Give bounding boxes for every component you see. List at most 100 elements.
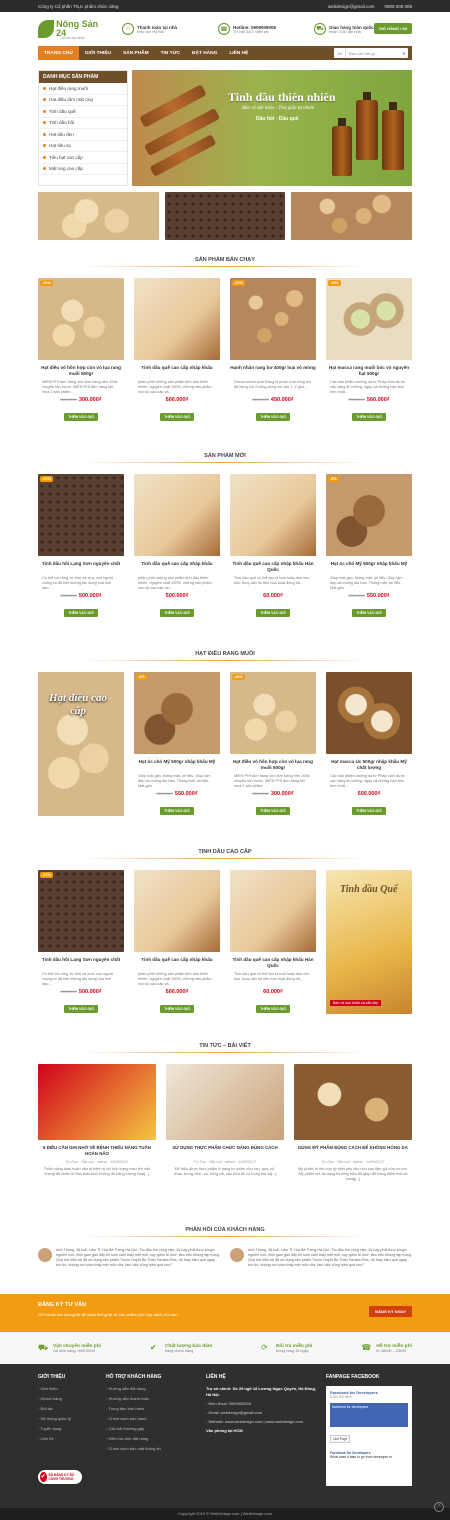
product-image[interactable] — [134, 474, 220, 556]
footer-link[interactable]: Tuyển dụng — [38, 1426, 102, 1436]
product-card[interactable]: -46% Hạt điều vỏ hồn hợp còn vỏ lụa rang … — [230, 672, 316, 817]
nav-contact[interactable]: LIÊN HỆ — [223, 46, 254, 60]
footer-link[interactable]: Chính sách bảo hành — [106, 1416, 202, 1426]
add-to-cart-button[interactable]: THÊM VÀO GIỎ — [64, 413, 98, 421]
register-button[interactable]: ĐĂNG KÝ NGAY — [369, 1306, 412, 1317]
promo-image-nuts[interactable] — [38, 192, 159, 240]
product-image[interactable] — [326, 672, 412, 754]
product-card[interactable]: -8% Hạt óc chó Mỹ 500gr nhập khẩu Mỹ Giúp … — [326, 474, 412, 619]
add-to-cart-button[interactable]: THÊM VÀO GIỎ — [352, 807, 386, 815]
promo-image-pepper[interactable] — [164, 192, 286, 240]
facebook-box[interactable]: Facebook for Developers 5,005,962 likes … — [326, 1386, 412, 1486]
footer-link[interactable]: Hệ thống quản lý — [38, 1416, 102, 1426]
add-to-cart-button[interactable]: THÊM VÀO GIỎ — [160, 413, 194, 421]
add-to-cart-button[interactable]: THÊM VÀO GIỎ — [160, 1005, 194, 1013]
product-name[interactable]: Hạt macca rang muối bóc vỏ nguyên hạt 50… — [326, 365, 412, 377]
product-image[interactable]: -21% — [38, 474, 124, 556]
search-category-select[interactable]: All — [334, 48, 346, 58]
product-card[interactable]: -46% Hạt điều vỏ hồn hợp còn vỏ lụa rang … — [38, 278, 124, 423]
news-image[interactable] — [166, 1064, 284, 1140]
nav-products[interactable]: SẢN PHẨM — [117, 46, 155, 60]
product-name[interactable]: Hạnh nhân rang bơ 400gr loại vỏ mỏng — [230, 365, 316, 377]
product-image[interactable] — [230, 474, 316, 556]
news-card[interactable]: DÙNG MỸ PHẨM ĐÚNG CÁCH ĐỂ KHÔNG HỎNG DA T… — [294, 1064, 412, 1182]
product-card[interactable]: -21% Tinh dầu hồi Lạng Sơn nguyên chất Có … — [38, 870, 124, 1015]
category-item[interactable]: Mật ong cao cấp — [39, 164, 127, 175]
add-to-cart-button[interactable]: THÊM VÀO GIỎ — [256, 609, 290, 617]
footer-link[interactable]: Hướng dẫn đặt hàng — [106, 1386, 202, 1396]
footer-link[interactable]: Đối tác — [38, 1406, 102, 1416]
product-image[interactable] — [230, 870, 316, 952]
footer-link[interactable]: Khách hàng — [38, 1396, 102, 1406]
contact-website[interactable]: - Website: www.webdesign.com | www.webde… — [206, 1419, 320, 1425]
nav-news[interactable]: TIN TỨC — [155, 46, 186, 60]
product-card[interactable]: Tinh dầu quế cao cấp nhập khẩu Hàn Quốc T… — [230, 870, 316, 1015]
promo-image-almonds[interactable] — [291, 192, 413, 240]
footer-link[interactable]: Hướng dẫn thanh toán — [106, 1396, 202, 1406]
footer-link[interactable]: Kiểm tra đơn đặt hàng — [106, 1436, 202, 1446]
product-card[interactable]: Tinh dầu quế cao cấp nhập khẩu phân phối … — [134, 278, 220, 423]
nav-about[interactable]: GIỚI THIỆU — [79, 46, 117, 60]
search-input[interactable]: Bạn cần tìm gì... — [346, 51, 400, 56]
top-email[interactable]: webdesign@gmail.com — [328, 4, 375, 9]
product-name[interactable]: Tinh dầu quế cao cấp nhập khẩu — [134, 957, 220, 969]
product-name[interactable]: Tinh dầu quế cao cấp nhập khẩu Hàn Quốc — [230, 957, 316, 969]
category-item[interactable]: Hạt tiêu sọ — [39, 141, 127, 152]
category-item[interactable]: Tiêu hạt cao cấp — [39, 152, 127, 164]
add-to-cart-button[interactable]: THÊM VÀO GIỎ — [256, 1005, 290, 1013]
add-to-cart-button[interactable]: THÊM VÀO GIỎ — [352, 413, 386, 421]
add-to-cart-button[interactable]: THÊM VÀO GIỎ — [160, 609, 194, 617]
category-item[interactable]: Tinh dầu hồi — [39, 118, 127, 129]
news-image[interactable] — [294, 1064, 412, 1140]
product-name[interactable]: Hạt điều vỏ hồn hợp còn vỏ lụa rang muối… — [38, 365, 124, 377]
footer-link[interactable]: Câu hỏi thường gặp — [106, 1426, 202, 1436]
add-to-cart-button[interactable]: THÊM VÀO GIỎ — [64, 1005, 98, 1013]
hero-banner[interactable]: Tinh dầu thiên nhiên Bảo vệ sức khỏe · T… — [132, 70, 412, 186]
news-title[interactable]: 6 ĐIỀU CẦN GHI NHỚ VỀ BỆNH THIẾU NĂNG TU… — [38, 1145, 156, 1157]
logo[interactable]: Nông Sản 24 Tốt cho sức khỏe — [38, 14, 100, 44]
product-image[interactable]: -46% — [230, 672, 316, 754]
nav-order[interactable]: ĐẶT HÀNG — [186, 46, 223, 60]
registered-badge[interactable]: ✔ ĐÃ ĐĂNG KÝ BỘ CÔNG THƯƠNG — [38, 1470, 82, 1484]
add-to-cart-button[interactable]: THÊM VÀO GIỎ — [64, 609, 98, 617]
product-image[interactable]: -8% — [134, 672, 220, 754]
add-to-cart-button[interactable]: THÊM VÀO GIỎ — [352, 609, 386, 617]
news-category[interactable]: Tin Sức - Sắc voố — [66, 1160, 95, 1164]
cart-button[interactable]: GIỎ HÀNG / 0đ — [373, 23, 412, 34]
back-to-top-icon[interactable]: ^ — [434, 1502, 444, 1512]
news-card[interactable]: SỬ DỤNG THỰC PHẨM CHỨC NĂNG ĐÚNG CÁCH Tin… — [166, 1064, 284, 1182]
product-name[interactable]: Hạt điều vỏ hồn hợp còn vỏ lụa rang muối… — [230, 759, 316, 771]
product-card[interactable]: -21% Tinh dầu hồi Lạng Sơn nguyên chất Có … — [38, 474, 124, 619]
add-to-cart-button[interactable]: THÊM VÀO GIỎ — [160, 807, 194, 815]
footer-link[interactable]: Liên hệ — [38, 1436, 102, 1446]
product-image[interactable]: -21% — [38, 870, 124, 952]
product-name[interactable]: Tinh dầu hồi Lạng Sơn nguyên chất — [38, 957, 124, 969]
product-image[interactable] — [134, 278, 220, 360]
nav-home[interactable]: TRANG CHỦ — [38, 46, 79, 60]
news-card[interactable]: 6 ĐIỀU CẦN GHI NHỚ VỀ BỆNH THIẾU NĂNG TU… — [38, 1064, 156, 1182]
product-card[interactable]: Tinh dầu quế cao cấp nhập khẩu Hàn Quốc T… — [230, 474, 316, 619]
product-name[interactable]: Hạt óc chó Mỹ 500gr nhập khẩu Mỹ — [326, 561, 412, 573]
product-image[interactable]: -8% — [326, 474, 412, 556]
product-card[interactable]: Tinh dầu quế cao cấp nhập khẩu phân phối … — [134, 870, 220, 1015]
product-card[interactable]: Hạt macca Úc 500gr nhập khẩu Mỹ chất lượ… — [326, 672, 412, 817]
add-to-cart-button[interactable]: THÊM VÀO GIỎ — [256, 807, 290, 815]
fb-like-button[interactable]: Like Page — [330, 1435, 351, 1443]
category-item[interactable]: Tinh dầu quế — [39, 106, 127, 118]
search-icon[interactable]: ⚲ — [400, 51, 408, 56]
category-item[interactable]: Hạt tiêu đen — [39, 129, 127, 141]
product-image[interactable]: -20% — [230, 278, 316, 360]
add-to-cart-button[interactable]: THÊM VÀO GIỎ — [256, 413, 290, 421]
top-phone[interactable]: 0909 009 009 — [384, 4, 412, 9]
product-card[interactable]: Tinh dầu quế cao cấp nhập khẩu phân phối … — [134, 474, 220, 619]
product-card[interactable]: -20% Hạnh nhân rang bơ 400gr loại vỏ mỏng… — [230, 278, 316, 423]
news-image[interactable] — [38, 1064, 156, 1140]
product-card[interactable]: -25% Hạt macca rang muối bóc vỏ nguyên hạ… — [326, 278, 412, 423]
news-category[interactable]: Tin Tức - Sắc voố — [194, 1160, 222, 1164]
product-name[interactable]: Tinh dầu hồi Lạng Sơn nguyên chất — [38, 561, 124, 573]
product-name[interactable]: Tinh dầu quế cao cấp nhập khẩu — [134, 561, 220, 573]
product-image[interactable]: -46% — [38, 278, 124, 360]
product-image[interactable] — [134, 870, 220, 952]
product-image[interactable]: -25% — [326, 278, 412, 360]
contact-email[interactable]: - Email: webdesign@gmail.com — [206, 1410, 320, 1416]
